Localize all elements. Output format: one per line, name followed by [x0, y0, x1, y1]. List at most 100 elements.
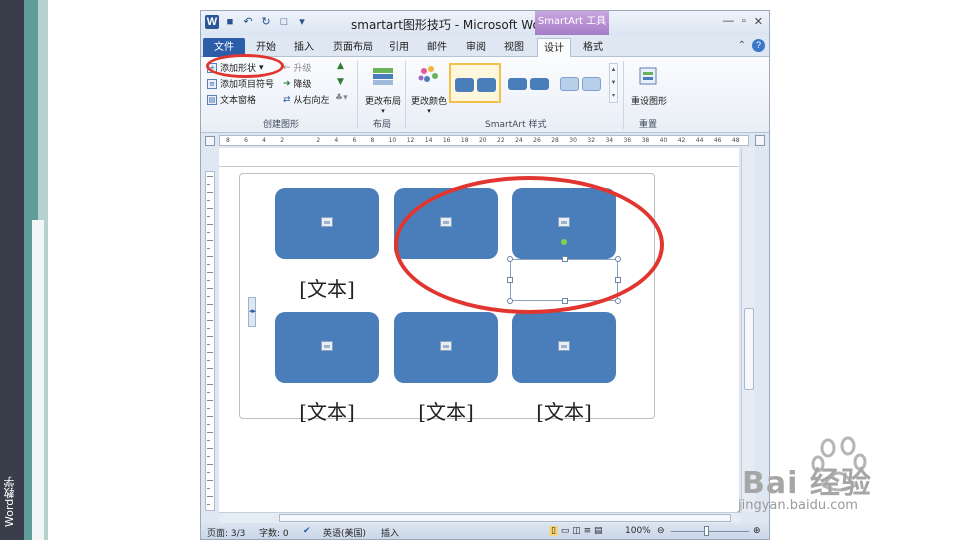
tab-selector-button[interactable]	[205, 136, 215, 146]
ruler-tick-mark	[207, 360, 210, 361]
zoom-slider-thumb[interactable]	[704, 526, 709, 536]
create-graphic-group-label: 创建图形	[263, 120, 300, 130]
horizontal-scrollbar[interactable]	[219, 512, 741, 523]
print-layout-view-icon[interactable]: ▯	[549, 526, 558, 536]
smartart-text-caption[interactable]: [文本]	[394, 396, 498, 425]
picture-placeholder-icon[interactable]	[321, 217, 333, 227]
tab-format[interactable]: 格式	[577, 38, 609, 57]
zoom-slider[interactable]	[671, 531, 749, 532]
ruler-tick-mark	[207, 384, 213, 385]
ruler-tick-mark	[207, 256, 213, 257]
group-separator	[623, 61, 624, 129]
ribbon: + 添加形状 ▾ ≡ 添加项目符号 ▤ 文本窗格 ← 升级 ➜ 降级 ⇄ 从右向…	[201, 57, 769, 133]
zoom-in-icon[interactable]: ⊕	[753, 526, 761, 536]
smartart-style-thumb[interactable]	[555, 63, 607, 103]
picture-placeholder-icon[interactable]	[321, 341, 333, 351]
reset-graphic-icon	[639, 67, 657, 85]
reset-graphic-button[interactable]: 重设图形	[627, 61, 671, 107]
smartart-picture-shape[interactable]	[394, 312, 498, 383]
add-bullet-button[interactable]: ≡ 添加项目符号	[207, 77, 274, 90]
full-screen-reading-view-icon[interactable]: ▭	[561, 526, 570, 536]
picture-placeholder-icon[interactable]	[440, 341, 452, 351]
ruler-tick-mark	[207, 448, 213, 449]
tab-review[interactable]: 审阅	[461, 38, 491, 57]
tab-references[interactable]: 引用	[385, 38, 413, 57]
smartart-picture-shape[interactable]	[275, 312, 379, 383]
redo-icon[interactable]: ↻	[259, 15, 273, 29]
smartart-style-thumb[interactable]	[503, 63, 553, 103]
new-document-icon[interactable]: □	[277, 15, 291, 29]
save-icon[interactable]: ■	[223, 15, 237, 29]
collapse-ribbon-icon[interactable]: ⌃	[738, 40, 746, 51]
move-down-button[interactable]: ▼	[337, 77, 344, 87]
undo-icon[interactable]: ↶	[241, 15, 255, 29]
outline-view-icon[interactable]: ≡	[584, 526, 592, 536]
ruler-tick-mark	[207, 464, 213, 465]
resize-handle[interactable]	[615, 298, 621, 304]
ruler-tick-mark	[207, 472, 210, 473]
word-count-status[interactable]: 字数: 0	[259, 526, 289, 539]
smartart-picture-shape[interactable]	[275, 188, 379, 259]
ruler-tick-mark	[207, 304, 213, 305]
ruler-tick-label: 2	[280, 137, 285, 144]
draft-view-icon[interactable]: ▤	[594, 526, 603, 536]
text-pane-toggle-icon[interactable]: ◂▸	[248, 297, 256, 327]
right-to-left-button[interactable]: ⇄ 从右向左	[283, 93, 330, 107]
org-chart-layout-icon: ♣▾	[335, 93, 348, 103]
tab-mailings[interactable]: 邮件	[423, 38, 451, 57]
ruler-tick-label: 30	[569, 137, 577, 144]
layout-options-button[interactable]: ♣▾	[335, 93, 348, 103]
picture-placeholder-icon[interactable]	[558, 341, 570, 351]
page-count-status[interactable]: 页面: 3/3	[207, 526, 245, 539]
close-icon[interactable]: ✕	[754, 15, 763, 28]
horizontal-ruler[interactable]: 8 6 4 2 2 4 6 8 10 12 14 16 18 20 22 24 26 28 30 32 34 36 38 40…	[219, 135, 749, 146]
promote-button[interactable]: ← 升级	[283, 61, 312, 75]
horizontal-scroll-thumb[interactable]	[279, 514, 731, 522]
demote-button[interactable]: ➜ 降级	[283, 77, 312, 91]
demote-label: 降级	[293, 80, 312, 90]
smartart-text-caption[interactable]: [文本]	[275, 273, 379, 302]
zoom-level[interactable]: 100%	[625, 526, 651, 536]
help-icon[interactable]: ?	[752, 39, 765, 52]
change-colors-button[interactable]: 更改颜色 ▾	[407, 61, 451, 115]
zoom-out-icon[interactable]: ⊖	[657, 526, 665, 536]
ruler-tick-label: 38	[641, 137, 650, 144]
maximize-icon[interactable]: ▫	[742, 15, 746, 28]
insert-mode-status[interactable]: 插入	[381, 526, 399, 539]
word-logo-icon[interactable]: W	[205, 15, 219, 29]
customize-toolbar-icon[interactable]: ▾	[295, 15, 309, 29]
view-ruler-button[interactable]	[755, 135, 765, 146]
tab-page-layout[interactable]: 页面布局	[329, 38, 377, 57]
ruler-tick-mark	[207, 368, 213, 369]
style-shape	[508, 78, 527, 90]
ruler-tick-label: 40	[659, 137, 668, 144]
vertical-scroll-thumb[interactable]	[744, 308, 754, 390]
highlight-circle-new-shape	[394, 176, 664, 314]
web-layout-view-icon[interactable]: ◫	[572, 526, 581, 536]
tab-view[interactable]: 视图	[499, 38, 529, 57]
smartart-style-thumb[interactable]	[449, 63, 501, 103]
ruler-tick-mark	[207, 320, 213, 321]
smartart-text-caption[interactable]: [文本]	[512, 396, 616, 425]
vertical-ruler[interactable]	[205, 171, 215, 511]
ruler-tick-label: 22	[497, 137, 505, 144]
move-up-button[interactable]: ▲	[337, 61, 344, 71]
side-band-white	[32, 220, 44, 540]
tab-insert[interactable]: 插入	[289, 38, 319, 57]
proofing-icon[interactable]: ✔	[303, 526, 311, 536]
smartart-text-caption[interactable]: [文本]	[275, 396, 379, 425]
quick-access-toolbar: W ■ ↶ ↻ □ ▾	[205, 15, 309, 29]
promote-label: 升级	[293, 64, 312, 74]
tab-design[interactable]: 设计	[537, 38, 571, 58]
ruler-row: 8 6 4 2 2 4 6 8 10 12 14 16 18 20 22 24 26 28 30 32 34 36 38 40…	[201, 133, 769, 147]
style-gallery-scroll[interactable]: ▲ ▼ ▾	[609, 63, 618, 103]
change-layout-button[interactable]: 更改布局 ▾	[361, 61, 405, 115]
text-pane-button[interactable]: ▤ 文本窗格	[207, 93, 256, 106]
minimize-icon[interactable]: —	[723, 15, 734, 28]
title-bar: W ■ ↶ ↻ □ ▾ smartart图形技巧 - Microsoft Wor…	[201, 11, 769, 35]
smartart-picture-shape[interactable]	[512, 312, 616, 383]
ruler-tick-label: 32	[587, 137, 596, 144]
language-status[interactable]: 英语(美国)	[323, 526, 366, 539]
status-bar: 页面: 3/3 字数: 0 ✔ 英语(美国) 插入 ▯ ▭ ◫ ≡ ▤ 100%…	[201, 523, 769, 539]
side-caption: Word教学	[3, 476, 16, 528]
